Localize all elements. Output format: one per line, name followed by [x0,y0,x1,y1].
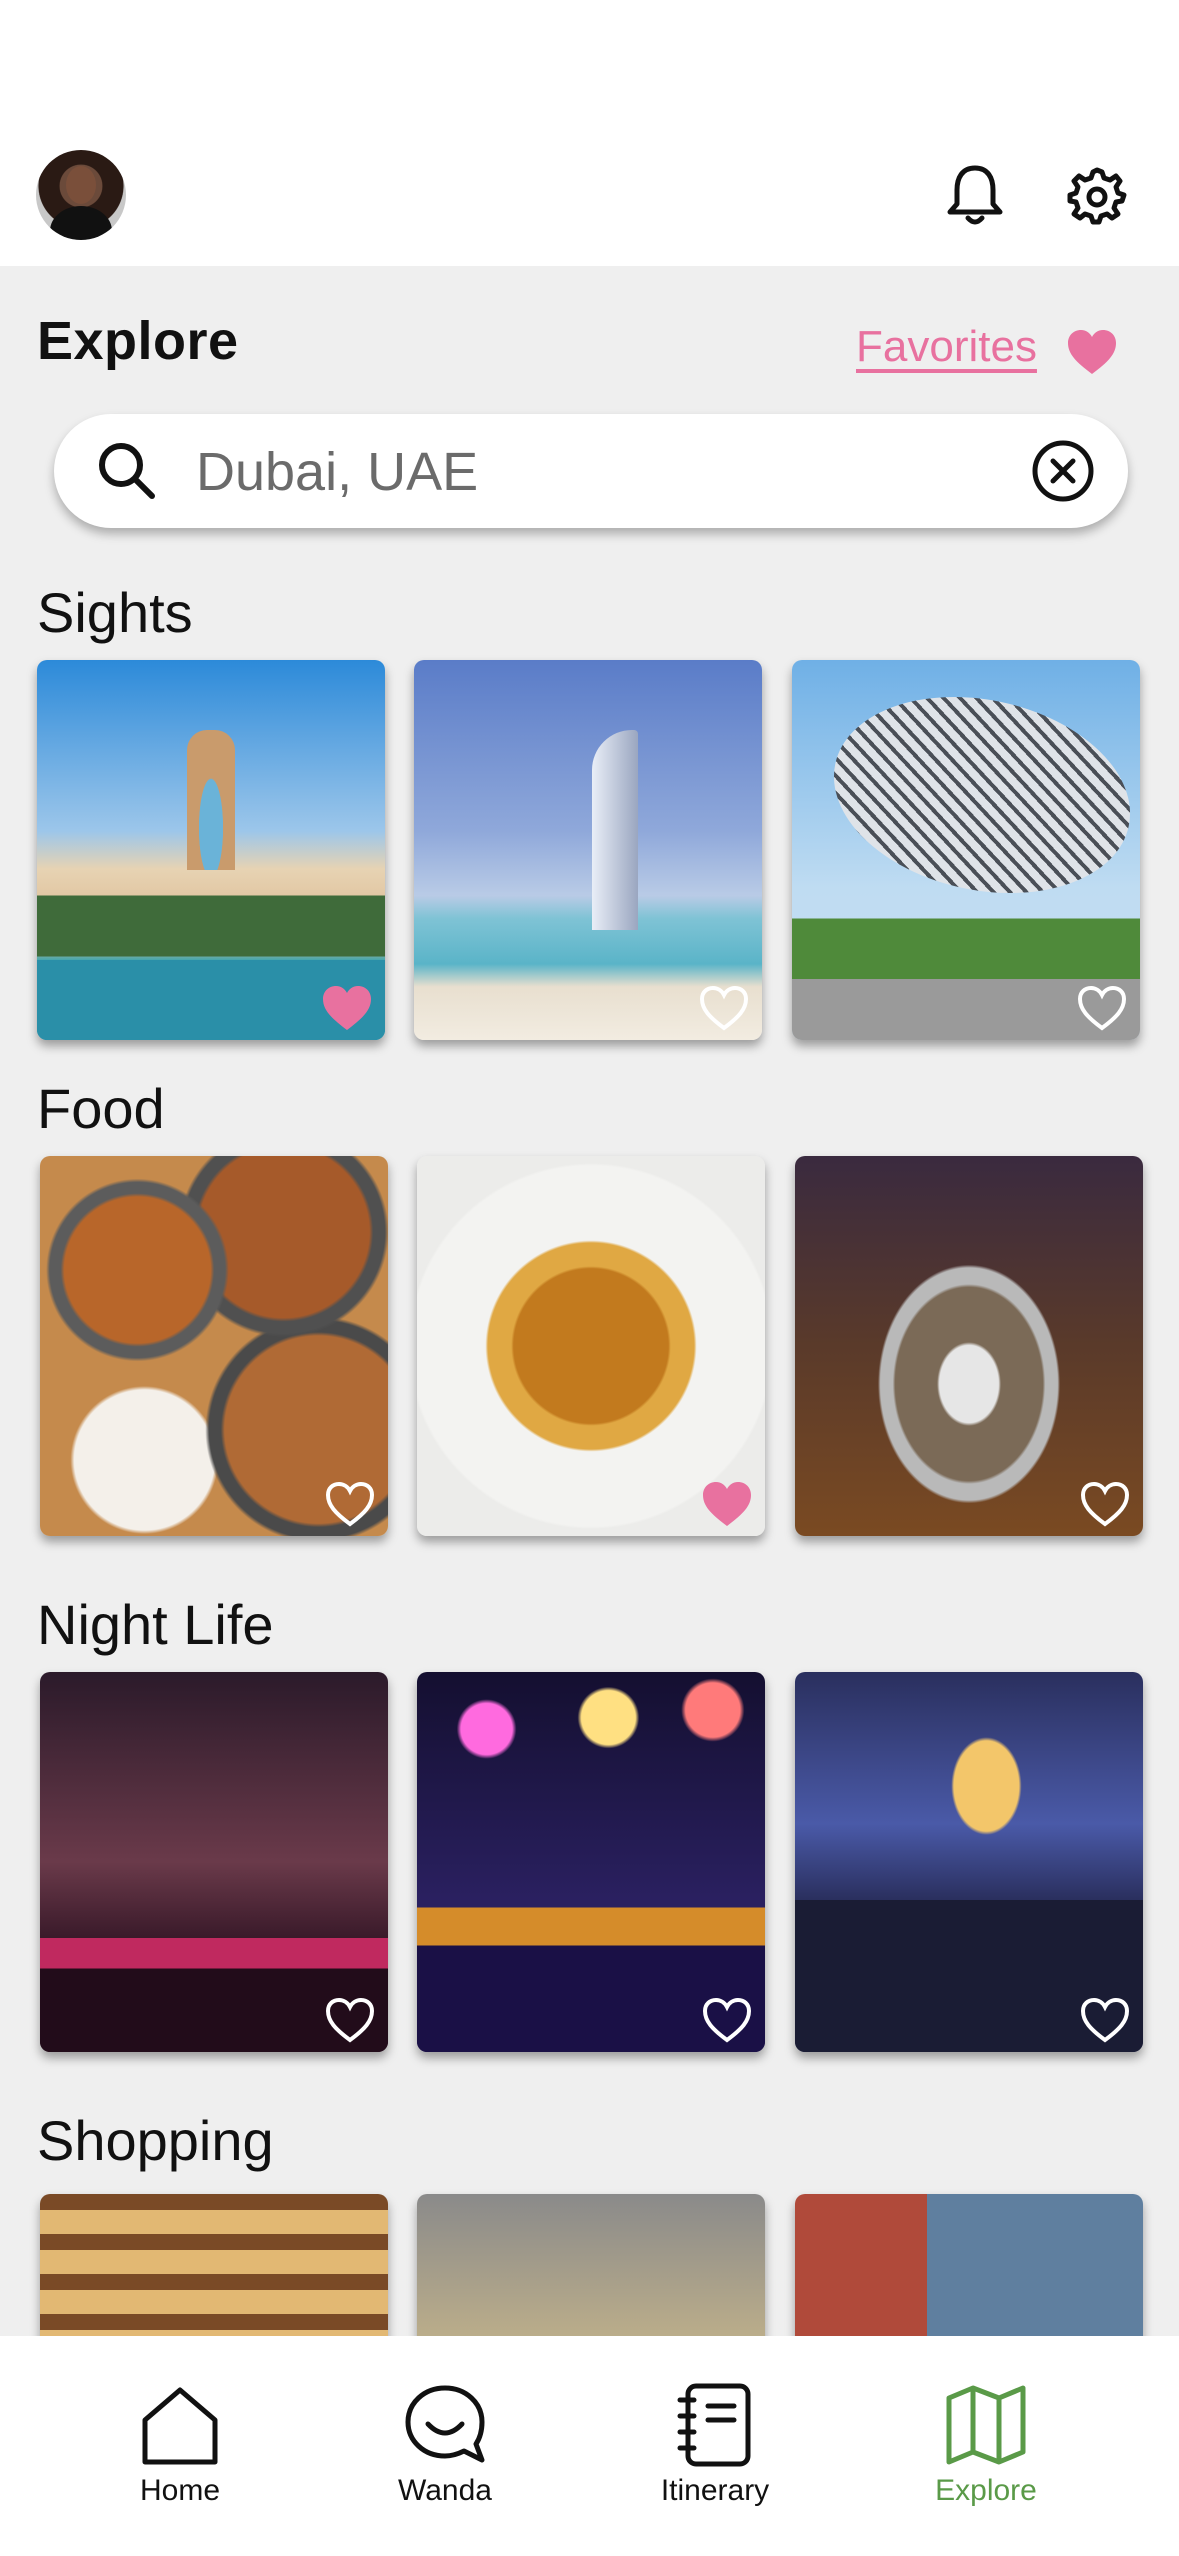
nav-itinerary[interactable]: Itinerary [625,2382,805,2532]
page-title: Explore [37,311,239,371]
nav-wanda[interactable]: Wanda [355,2382,535,2532]
bottom-nav: Home Wanda Itinerary Explore [0,2336,1179,2556]
nav-label-explore: Explore [935,2474,1037,2507]
avatar-body [50,206,112,240]
heart-outline-icon[interactable] [701,1996,753,2044]
card-image [417,1672,765,2052]
map-icon [946,2385,1026,2465]
card-image [40,1156,388,1536]
card-sights-2[interactable] [414,660,762,1040]
heart-filled-icon[interactable] [1066,328,1118,376]
heart-outline-icon[interactable] [324,1996,376,2044]
nav-label-home: Home [139,2474,221,2507]
card-night-3[interactable] [795,1672,1143,2052]
section-title-sights: Sights [37,581,193,644]
top-bar [0,0,1179,266]
heart-filled-icon[interactable] [321,984,373,1032]
card-food-1[interactable] [40,1156,388,1536]
gear-icon[interactable] [1062,160,1132,230]
heart-outline-icon[interactable] [324,1480,376,1528]
section-title-night-life: Night Life [37,1593,274,1656]
heart-outline-icon[interactable] [1079,1996,1131,2044]
card-image [37,660,385,1040]
nav-home[interactable]: Home [90,2382,270,2532]
card-image [792,660,1140,1040]
card-night-1[interactable] [40,1672,388,2052]
heart-outline-icon[interactable] [1076,984,1128,1032]
nav-label-itinerary: Itinerary [660,2474,770,2507]
section-title-food: Food [37,1077,165,1140]
search-icon [99,443,155,499]
card-food-3[interactable] [795,1156,1143,1536]
avatar[interactable] [36,150,126,240]
card-image [417,1156,765,1536]
avatar-face [66,166,96,204]
card-image [795,1672,1143,2052]
home-icon [142,2387,218,2465]
card-sights-3[interactable] [792,660,1140,1040]
search-bar[interactable] [54,414,1128,528]
card-food-2[interactable] [417,1156,765,1536]
nav-label-wanda: Wanda [398,2474,492,2507]
heart-filled-icon[interactable] [701,1480,753,1528]
heart-outline-icon[interactable] [698,984,750,1032]
clear-icon[interactable] [1028,436,1098,506]
card-sights-1[interactable] [37,660,385,1040]
chat-icon [405,2385,485,2463]
favorites-link[interactable]: Favorites [856,322,1037,372]
section-title-shopping: Shopping [37,2109,274,2172]
explore-screen: Explore Favorites Sights [0,0,1179,2556]
card-image [40,1672,388,2052]
bell-icon[interactable] [940,160,1010,230]
nav-explore[interactable]: Explore [896,2382,1076,2532]
card-image [795,1156,1143,1536]
card-night-2[interactable] [417,1672,765,2052]
card-image [414,660,762,1040]
search-input[interactable] [194,434,1038,510]
heart-outline-icon[interactable] [1079,1480,1131,1528]
notebook-icon [677,2383,751,2467]
